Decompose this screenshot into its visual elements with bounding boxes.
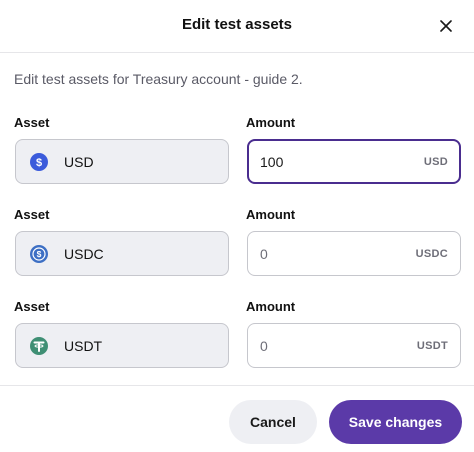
- dialog-footer: Cancel Save changes: [0, 385, 474, 452]
- asset-name: USD: [64, 153, 94, 170]
- asset-select-usdc[interactable]: $ USDC: [15, 231, 229, 276]
- amount-placeholder: 0: [260, 245, 268, 262]
- asset-name: USDT: [64, 337, 103, 354]
- amount-label: Amount: [246, 299, 296, 314]
- amount-label: Amount: [246, 207, 296, 222]
- dialog-header: Edit test assets: [0, 0, 474, 53]
- amount-unit: USDC: [415, 247, 448, 260]
- dialog-description: Edit test assets for Treasury account - …: [14, 71, 303, 87]
- svg-text:$: $: [37, 249, 42, 259]
- usdc-coin-icon: $: [30, 244, 48, 263]
- tether-coin-icon: [30, 336, 48, 355]
- cancel-button[interactable]: Cancel: [229, 400, 317, 444]
- asset-select-usdt[interactable]: USDT: [15, 323, 229, 368]
- dialog-title: Edit test assets: [181, 16, 293, 33]
- amount-label: Amount: [246, 115, 296, 130]
- svg-text:$: $: [36, 157, 42, 169]
- asset-label: Asset: [14, 207, 50, 222]
- asset-label: Asset: [14, 299, 50, 314]
- amount-unit: USDT: [416, 339, 448, 352]
- close-button[interactable]: [435, 15, 457, 37]
- amount-placeholder: 0: [260, 337, 268, 354]
- amount-input-usd[interactable]: 100 USD: [247, 139, 461, 184]
- asset-label: Asset: [14, 115, 50, 130]
- amount-unit: USD: [423, 155, 448, 168]
- amount-input-usdt[interactable]: 0 USDT: [247, 323, 461, 368]
- save-changes-button[interactable]: Save changes: [329, 400, 462, 444]
- close-icon: [440, 20, 452, 32]
- dollar-coin-icon: $: [30, 152, 48, 171]
- amount-value: 100: [260, 153, 284, 170]
- asset-name: USDC: [64, 245, 104, 262]
- amount-input-usdc[interactable]: 0 USDC: [247, 231, 461, 276]
- asset-select-usd[interactable]: $ USD: [15, 139, 229, 184]
